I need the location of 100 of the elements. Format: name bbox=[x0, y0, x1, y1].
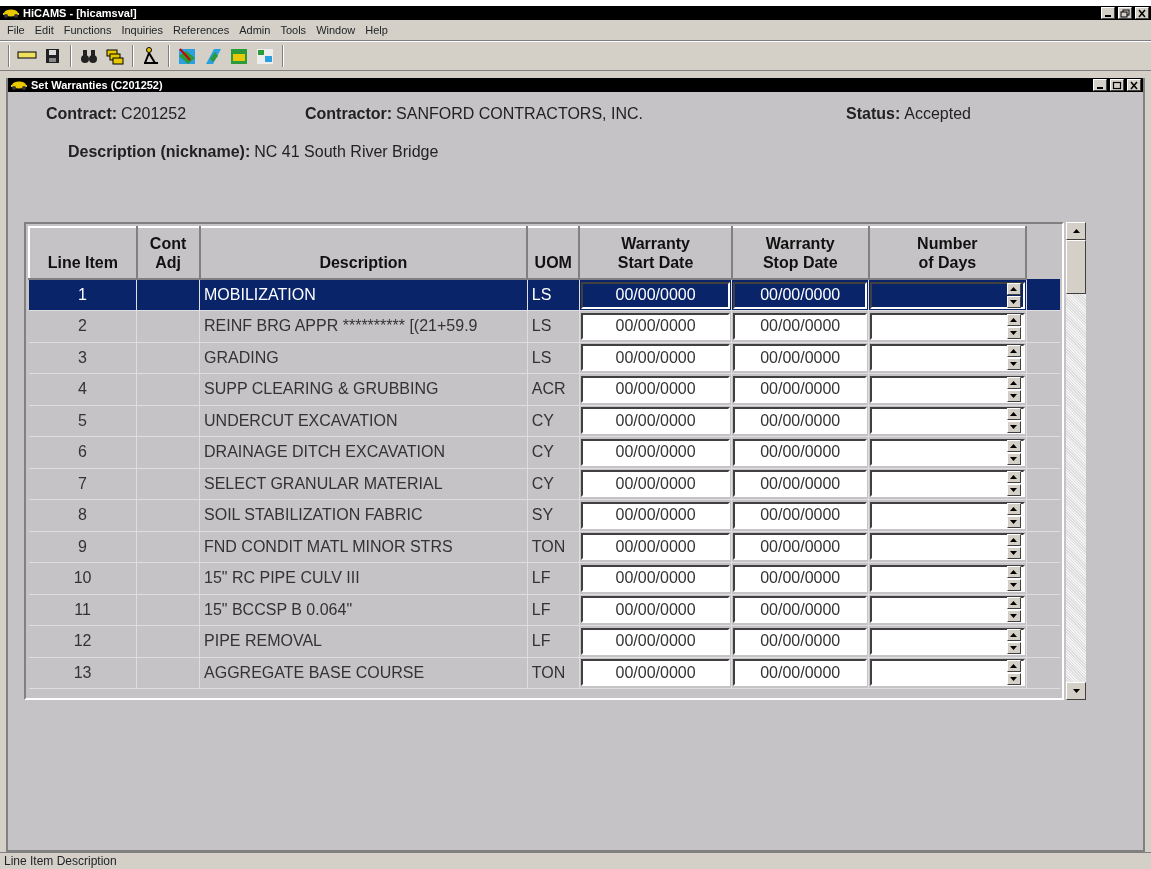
table-row[interactable]: 7 SELECT GRANULAR MATERIAL CY 00/00/0000 00/00/0000 bbox=[29, 468, 1060, 500]
spin-up-button[interactable] bbox=[1006, 628, 1021, 641]
date-field[interactable]: 00/00/0000 bbox=[580, 344, 731, 372]
number-field[interactable] bbox=[870, 438, 1025, 466]
spin-up-button[interactable] bbox=[1006, 313, 1021, 326]
table-cell: SOIL STABILIZATION FABRIC bbox=[199, 499, 528, 531]
table-row[interactable]: 10 15" RC PIPE CULV III LF 00/00/0000 00/00/0000 bbox=[29, 562, 1060, 594]
spin-down-button[interactable] bbox=[1006, 547, 1021, 560]
date-field[interactable]: 00/00/0000 bbox=[580, 470, 731, 498]
date-field[interactable]: 00/00/0000 bbox=[733, 344, 868, 372]
table-row[interactable]: 6 DRAINAGE DITCH EXCAVATION CY 00/00/0000 00/00/0000 bbox=[29, 436, 1060, 468]
spin-up-button[interactable] bbox=[1006, 597, 1021, 610]
menu-item[interactable]: Window bbox=[311, 21, 361, 39]
table-row[interactable]: 9 FND CONDIT MATL MINOR STRS TON 00/00/0000 00/00/0000 bbox=[29, 531, 1060, 563]
number-field[interactable] bbox=[870, 659, 1025, 687]
spin-down-button[interactable] bbox=[1006, 421, 1021, 434]
spin-up-button[interactable] bbox=[1006, 439, 1021, 452]
date-field[interactable]: 00/00/0000 bbox=[733, 533, 868, 561]
minimize-button[interactable] bbox=[1093, 79, 1107, 91]
spin-up-button[interactable] bbox=[1006, 376, 1021, 389]
date-field[interactable]: 00/00/0000 bbox=[733, 659, 868, 687]
spin-down-button[interactable] bbox=[1006, 452, 1021, 465]
table-row[interactable]: 8 SOIL STABILIZATION FABRIC SY 00/00/0000 00/00/0000 bbox=[29, 499, 1060, 531]
restore-button[interactable] bbox=[1118, 7, 1132, 19]
table-row[interactable]: 3 GRADING LS 00/00/0000 00/00/0000 bbox=[29, 342, 1060, 374]
spin-up-button[interactable] bbox=[1006, 345, 1021, 358]
spin-up-button[interactable] bbox=[1006, 408, 1021, 421]
spin-down-button[interactable] bbox=[1006, 358, 1021, 371]
date-field[interactable]: 00/00/0000 bbox=[580, 375, 731, 403]
number-field[interactable] bbox=[870, 375, 1025, 403]
date-field[interactable]: 00/00/0000 bbox=[580, 596, 731, 624]
date-field[interactable]: 00/00/0000 bbox=[733, 627, 868, 655]
spin-up-button[interactable] bbox=[1006, 471, 1021, 484]
number-field[interactable] bbox=[870, 627, 1025, 655]
spin-down-button[interactable] bbox=[1006, 673, 1021, 686]
scrollbar[interactable] bbox=[1066, 222, 1086, 700]
date-field[interactable]: 00/00/0000 bbox=[733, 501, 868, 529]
table-row[interactable]: 13 AGGREGATE BASE COURSE TON 00/00/0000 00/00/0000 bbox=[29, 657, 1060, 689]
menu-item[interactable]: Edit bbox=[29, 21, 59, 39]
date-field[interactable]: 00/00/0000 bbox=[580, 407, 731, 435]
date-field[interactable]: 00/00/0000 bbox=[580, 501, 731, 529]
spin-up-button[interactable] bbox=[1006, 660, 1021, 673]
menu-item[interactable]: Inquiries bbox=[116, 21, 168, 39]
map-grid-icon[interactable] bbox=[254, 46, 276, 66]
number-field[interactable] bbox=[870, 501, 1025, 529]
date-field[interactable]: 00/00/0000 bbox=[733, 312, 868, 340]
number-field[interactable] bbox=[870, 564, 1025, 592]
spin-down-button[interactable] bbox=[1006, 389, 1021, 402]
date-field[interactable]: 00/00/0000 bbox=[580, 533, 731, 561]
spin-down-button[interactable] bbox=[1006, 326, 1021, 339]
spin-down-button[interactable] bbox=[1006, 641, 1021, 654]
table-row[interactable]: 11 15" BCCSP B 0.064" LF 00/00/0000 00/00/0000 bbox=[29, 594, 1060, 626]
spin-up-button[interactable] bbox=[1006, 534, 1021, 547]
date-field[interactable]: 00/00/0000 bbox=[733, 470, 868, 498]
table-row[interactable]: 1 MOBILIZATION LS 00/00/0000 00/00/0000 bbox=[29, 279, 1060, 311]
map-icon[interactable] bbox=[176, 46, 198, 66]
number-field[interactable] bbox=[870, 312, 1025, 340]
table-row[interactable]: 12 PIPE REMOVAL LF 00/00/0000 00/00/0000 bbox=[29, 625, 1060, 657]
spin-down-button[interactable] bbox=[1006, 515, 1021, 528]
date-field[interactable]: 00/00/0000 bbox=[733, 407, 868, 435]
number-field[interactable] bbox=[870, 533, 1025, 561]
spin-down-button[interactable] bbox=[1006, 578, 1021, 591]
menu-item[interactable]: References bbox=[168, 21, 235, 39]
spin-up-button[interactable] bbox=[1006, 565, 1021, 578]
menu-item[interactable]: Admin bbox=[234, 21, 276, 39]
number-field[interactable] bbox=[870, 281, 1025, 309]
menu-item[interactable]: File bbox=[2, 21, 30, 39]
spin-down-button[interactable] bbox=[1006, 610, 1021, 623]
date-field[interactable]: 00/00/0000 bbox=[733, 281, 868, 309]
date-field[interactable]: 00/00/0000 bbox=[580, 627, 731, 655]
number-field[interactable] bbox=[870, 407, 1025, 435]
number-field[interactable] bbox=[870, 344, 1025, 372]
minimize-button[interactable] bbox=[1101, 7, 1115, 19]
date-field[interactable]: 00/00/0000 bbox=[733, 596, 868, 624]
date-field[interactable]: 00/00/0000 bbox=[733, 375, 868, 403]
date-field[interactable]: 00/00/0000 bbox=[733, 438, 868, 466]
menu-item[interactable]: Tools bbox=[275, 21, 312, 39]
spin-down-button[interactable] bbox=[1006, 295, 1021, 308]
spin-up-button[interactable] bbox=[1006, 502, 1021, 515]
maximize-button[interactable] bbox=[1110, 79, 1124, 91]
number-field[interactable] bbox=[870, 596, 1025, 624]
date-field[interactable]: 00/00/0000 bbox=[580, 564, 731, 592]
table-row[interactable]: 2 REINF BRG APPR ********** [(21+59.9 LS 00/00/0000 00/00/0000 bbox=[29, 310, 1060, 342]
table-cell: SELECT GRANULAR MATERIAL bbox=[199, 468, 528, 500]
table-row[interactable]: 5 UNDERCUT EXCAVATION CY 00/00/0000 00/00/0000 bbox=[29, 405, 1060, 437]
spin-up-button[interactable] bbox=[1006, 282, 1021, 295]
date-field[interactable]: 00/00/0000 bbox=[580, 659, 731, 687]
menu-item[interactable]: Help bbox=[360, 21, 393, 39]
close-button[interactable] bbox=[1127, 79, 1141, 91]
close-button[interactable] bbox=[1135, 7, 1149, 19]
date-field[interactable]: 00/00/0000 bbox=[580, 438, 731, 466]
number-field[interactable] bbox=[870, 470, 1025, 498]
spin-down-button[interactable] bbox=[1006, 484, 1021, 497]
menu-item[interactable]: Functions bbox=[58, 21, 117, 39]
stack-icon[interactable] bbox=[104, 46, 126, 66]
date-field[interactable]: 00/00/0000 bbox=[580, 281, 731, 309]
date-field[interactable]: 00/00/0000 bbox=[580, 312, 731, 340]
table-row[interactable]: 4 SUPP CLEARING & GRUBBING ACR 00/00/0000 00/00/0000 bbox=[29, 373, 1060, 405]
scroll-thumb[interactable] bbox=[1066, 240, 1086, 294]
date-field[interactable]: 00/00/0000 bbox=[733, 564, 868, 592]
